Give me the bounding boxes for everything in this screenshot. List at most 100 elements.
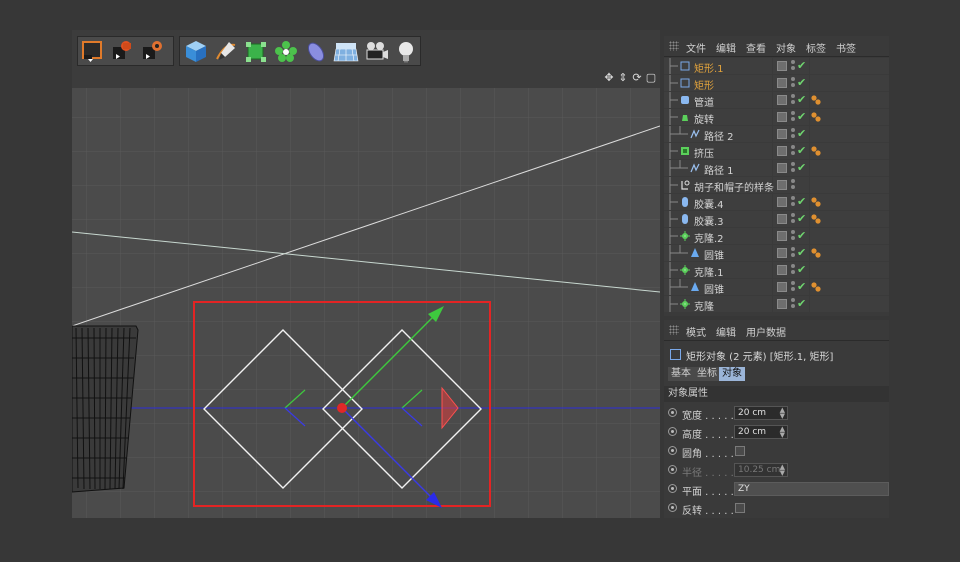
animate-radio-icon[interactable] — [668, 465, 677, 474]
enabled-check-icon[interactable]: ✔ — [797, 212, 806, 225]
panel-grip-icon[interactable] — [669, 325, 679, 335]
menu-item-0[interactable]: 模式 — [686, 324, 706, 339]
property-checkbox[interactable] — [735, 503, 745, 513]
object-row[interactable]: 矩形 ✔ — [664, 75, 889, 92]
maximize-view-icon[interactable]: ▢ — [645, 72, 657, 84]
object-row[interactable]: 矩形.1 ✔ — [664, 58, 889, 75]
visibility-dots-icon[interactable] — [790, 127, 796, 141]
layer-lock-icon[interactable] — [777, 146, 787, 156]
enabled-check-icon[interactable]: ✔ — [797, 161, 806, 174]
camera-button[interactable] — [363, 39, 389, 63]
menu-item-0[interactable]: 文件 — [686, 40, 706, 55]
render-picture-button[interactable] — [111, 39, 137, 63]
visibility-dots-icon[interactable] — [790, 144, 796, 158]
property-number-field[interactable]: 20 cm ▲ ▼ — [734, 425, 788, 439]
enabled-check-icon[interactable]: ✔ — [797, 127, 806, 140]
animate-radio-icon[interactable] — [668, 408, 677, 417]
object-name[interactable]: 克隆 — [694, 298, 714, 313]
layer-lock-icon[interactable] — [777, 78, 787, 88]
zoom-view-icon[interactable]: ⇕ — [617, 72, 629, 84]
panel-grip-icon[interactable] — [669, 41, 679, 51]
phong-tag-icon[interactable] — [811, 146, 821, 156]
object-name[interactable]: 路径 1 — [704, 162, 734, 177]
object-name[interactable]: 胶囊.4 — [694, 196, 724, 211]
object-row[interactable]: 胡子和帽子的样条 — [664, 177, 889, 194]
enabled-check-icon[interactable]: ✔ — [797, 144, 806, 157]
enabled-check-icon[interactable]: ✔ — [797, 263, 806, 276]
object-name[interactable]: 克隆.1 — [694, 264, 724, 279]
stepper-arrows-icon[interactable]: ▲ ▼ — [780, 464, 785, 477]
pen-spline-button[interactable] — [213, 39, 239, 63]
visibility-dots-icon[interactable] — [790, 246, 796, 260]
visibility-dots-icon[interactable] — [790, 195, 796, 209]
menu-item-3[interactable]: 对象 — [776, 40, 796, 55]
object-row[interactable]: 克隆.2 ✔ — [664, 228, 889, 245]
visibility-dots-icon[interactable] — [790, 280, 796, 294]
property-number-field[interactable]: 20 cm ▲ ▼ — [734, 406, 788, 420]
layer-lock-icon[interactable] — [777, 129, 787, 139]
layer-lock-icon[interactable] — [777, 214, 787, 224]
layer-lock-icon[interactable] — [777, 265, 787, 275]
object-row[interactable]: 圆锥 ✔ — [664, 279, 889, 296]
object-name[interactable]: 圆锥 — [704, 247, 724, 262]
stepper-arrows-icon[interactable]: ▲ ▼ — [780, 407, 785, 420]
enabled-check-icon[interactable]: ✔ — [797, 195, 806, 208]
layer-lock-icon[interactable] — [777, 299, 787, 309]
visibility-dots-icon[interactable] — [790, 212, 796, 226]
animate-radio-icon[interactable] — [668, 427, 677, 436]
visibility-dots-icon[interactable] — [790, 297, 796, 311]
enabled-check-icon[interactable]: ✔ — [797, 59, 806, 72]
animate-radio-icon[interactable] — [668, 484, 677, 493]
enabled-check-icon[interactable]: ✔ — [797, 246, 806, 259]
property-checkbox[interactable] — [735, 446, 745, 456]
animate-radio-icon[interactable] — [668, 503, 677, 512]
object-row[interactable]: 胶囊.4 ✔ — [664, 194, 889, 211]
object-name[interactable]: 矩形.1 — [694, 60, 724, 75]
render-settings-button[interactable] — [141, 39, 167, 63]
visibility-dots-icon[interactable] — [790, 59, 796, 73]
object-name[interactable]: 矩形 — [694, 77, 714, 92]
cloner-button[interactable] — [273, 39, 299, 63]
render-view-button[interactable] — [81, 39, 107, 63]
object-row[interactable]: 路径 1 ✔ — [664, 160, 889, 177]
layer-lock-icon[interactable] — [777, 180, 787, 190]
tab-2[interactable]: 对象 — [719, 367, 745, 381]
menu-item-1[interactable]: 编辑 — [716, 40, 736, 55]
object-row[interactable]: 胶囊.3 ✔ — [664, 211, 889, 228]
layer-lock-icon[interactable] — [777, 248, 787, 258]
object-row[interactable]: 圆锥 ✔ — [664, 245, 889, 262]
menu-item-5[interactable]: 书签 — [836, 40, 856, 55]
stepper-arrows-icon[interactable]: ▲ ▼ — [780, 426, 785, 439]
object-name[interactable]: 路径 2 — [704, 128, 734, 143]
object-name[interactable]: 挤压 — [694, 145, 714, 160]
tab-0[interactable]: 基本 — [668, 367, 694, 381]
move-view-icon[interactable]: ✥ — [603, 72, 615, 84]
phong-tag-icon[interactable] — [811, 112, 821, 122]
animate-radio-icon[interactable] — [668, 446, 677, 455]
deformer-button[interactable] — [303, 39, 329, 63]
enabled-check-icon[interactable]: ✔ — [797, 110, 806, 123]
rotate-view-icon[interactable]: ⟳ — [631, 72, 643, 84]
phong-tag-icon[interactable] — [811, 197, 821, 207]
layer-lock-icon[interactable] — [777, 231, 787, 241]
perspective-viewport[interactable]: ✥ ⇕ ⟳ ▢ — [72, 70, 660, 518]
visibility-dots-icon[interactable] — [790, 178, 796, 192]
object-name[interactable]: 管道 — [694, 94, 714, 109]
phong-tag-icon[interactable] — [811, 95, 821, 105]
visibility-dots-icon[interactable] — [790, 161, 796, 175]
enabled-check-icon[interactable]: ✔ — [797, 93, 806, 106]
object-row[interactable]: 旋转 ✔ — [664, 109, 889, 126]
object-row[interactable]: 克隆.1 ✔ — [664, 262, 889, 279]
menu-item-2[interactable]: 用户数据 — [746, 324, 786, 339]
property-dropdown[interactable]: ZY — [734, 482, 889, 496]
object-row[interactable]: 克隆 ✔ — [664, 296, 889, 313]
enabled-check-icon[interactable]: ✔ — [797, 229, 806, 242]
object-name[interactable]: 胶囊.3 — [694, 213, 724, 228]
menu-item-4[interactable]: 标签 — [806, 40, 826, 55]
visibility-dots-icon[interactable] — [790, 76, 796, 90]
visibility-dots-icon[interactable] — [790, 229, 796, 243]
object-row[interactable]: 挤压 ✔ — [664, 143, 889, 160]
light-button[interactable] — [393, 39, 419, 63]
enabled-check-icon[interactable]: ✔ — [797, 280, 806, 293]
menu-item-1[interactable]: 编辑 — [716, 324, 736, 339]
